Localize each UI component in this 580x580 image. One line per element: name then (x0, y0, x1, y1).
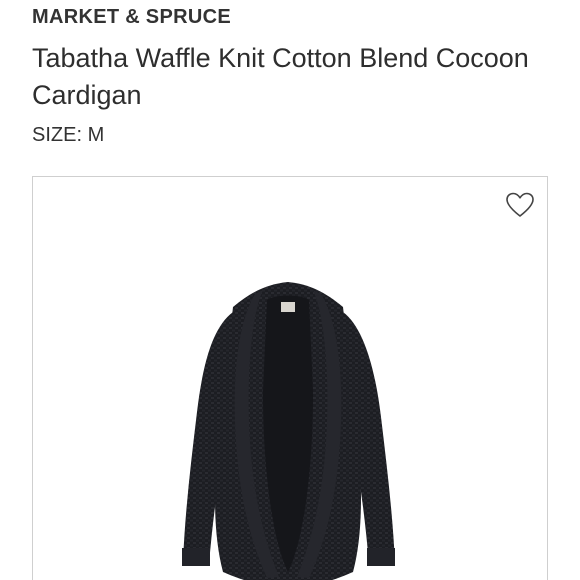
heart-outline-icon (506, 192, 534, 217)
product-title: Tabatha Waffle Knit Cotton Blend Cocoon … (32, 43, 529, 110)
favorite-button[interactable] (505, 191, 535, 219)
product-image-card (32, 176, 548, 580)
size-info: SIZE: M (32, 124, 104, 147)
brand-name: MARKET & SPRUCE (32, 6, 231, 28)
size-value: M (87, 124, 105, 146)
product-image[interactable] (163, 272, 413, 580)
size-label: SIZE: (32, 124, 83, 146)
